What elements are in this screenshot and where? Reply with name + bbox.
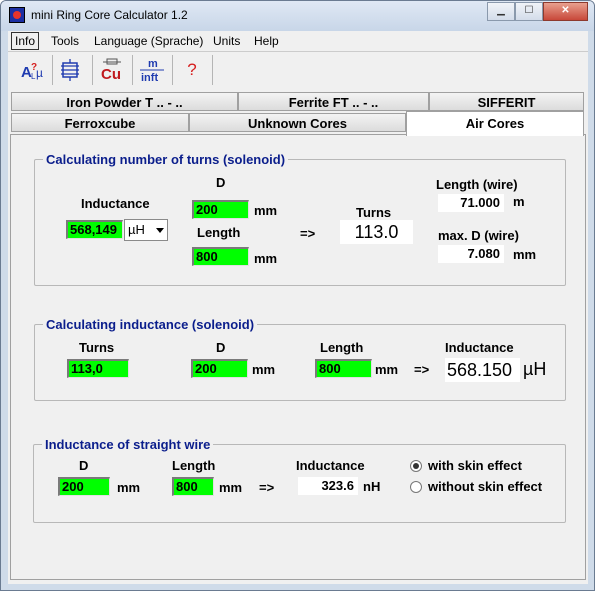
tab-ferroxcube[interactable]: Ferroxcube xyxy=(11,113,189,132)
length-label: Length xyxy=(172,458,216,473)
menu-units[interactable]: Units xyxy=(213,34,240,48)
tab-ferrite[interactable]: Ferrite FT .. - .. xyxy=(238,92,429,111)
minimize-icon: ▁ xyxy=(497,5,505,16)
without-skin-effect-label: without skin effect xyxy=(428,479,543,494)
length-unit: mm xyxy=(254,251,278,266)
d-label: D xyxy=(79,458,89,473)
radio-with-skin-effect[interactable] xyxy=(410,460,422,472)
d-label: D xyxy=(216,175,226,190)
inductance-input[interactable]: 568,149 xyxy=(66,220,123,239)
m-inft-button[interactable]: m inft xyxy=(135,54,169,86)
turns-label: Turns xyxy=(356,205,392,220)
coil-icon xyxy=(61,59,79,81)
menu-help[interactable]: Help xyxy=(254,34,279,48)
help-button[interactable]: ? xyxy=(175,54,209,86)
window-controls: ▁ ☐ ✕ xyxy=(487,2,588,21)
length-input[interactable]: 800 xyxy=(315,359,372,378)
inductance-unit-select[interactable]: µH xyxy=(124,219,168,241)
svg-text:inft: inft xyxy=(141,72,158,84)
inductance-label: Inductance xyxy=(296,458,365,473)
copper-wire-button[interactable]: Cu xyxy=(95,54,129,86)
length-input[interactable]: 800 xyxy=(192,247,249,266)
inductance-unit: nH xyxy=(363,479,381,494)
d-input[interactable]: 200 xyxy=(58,477,110,496)
unit-convert-icon: m inft xyxy=(140,58,164,84)
tab-unknown-cores[interactable]: Unknown Cores xyxy=(189,113,406,132)
length-input[interactable]: 800 xyxy=(172,477,214,496)
chevron-down-icon xyxy=(156,228,164,233)
app-window: mini Ring Core Calculator 1.2 ▁ ☐ ✕ Info… xyxy=(0,0,595,591)
arrow-text: => xyxy=(300,226,316,241)
arrow-text: => xyxy=(259,480,275,495)
wire-length-label: Length (wire) xyxy=(436,177,518,192)
d-unit: mm xyxy=(117,480,141,495)
turns-label: Turns xyxy=(79,340,115,355)
menu-language[interactable]: Language (Sprache) xyxy=(94,34,203,48)
tab-sifferit[interactable]: SIFFERIT xyxy=(429,92,584,111)
tab-air-cores[interactable]: Air Cores xyxy=(406,111,584,136)
inductance-group: Calculating inductance (solenoid) Turns … xyxy=(34,317,566,401)
turns-input[interactable]: 113,0 xyxy=(67,359,129,378)
d-unit: mm xyxy=(254,203,278,218)
inductance-output: 323.6 xyxy=(298,477,358,495)
title-bar[interactable]: mini Ring Core Calculator 1.2 ▁ ☐ ✕ xyxy=(1,1,594,31)
al-mui-icon: A ? L µ xyxy=(21,62,43,81)
copper-icon: Cu xyxy=(101,58,121,83)
wire-length-output: 71.000 xyxy=(438,194,504,212)
inductance-unit-value: µH xyxy=(128,222,145,237)
menu-bar: Info Tools Language (Sprache) Units Help xyxy=(8,31,588,51)
app-icon[interactable] xyxy=(9,7,25,23)
svg-text:µ: µ xyxy=(36,66,43,80)
svg-text:Cu: Cu xyxy=(101,66,121,83)
max-d-unit: mm xyxy=(513,247,537,262)
toolbar: A ? L µ Cu m inft ? xyxy=(8,51,588,88)
turns-output: 113.0 xyxy=(340,220,413,244)
core-coil-button[interactable] xyxy=(55,54,89,86)
maximize-button[interactable]: ☐ xyxy=(515,2,543,21)
inductance-label: Inductance xyxy=(81,196,150,211)
turns-group: Calculating number of turns (solenoid) I… xyxy=(34,152,566,286)
with-skin-effect-label: with skin effect xyxy=(428,458,522,473)
length-label: Length xyxy=(320,340,364,355)
max-d-output: 7.080 xyxy=(438,245,504,263)
inductance-output-unit: µH xyxy=(523,359,547,379)
air-cores-page: Calculating number of turns (solenoid) I… xyxy=(10,134,586,580)
d-unit: mm xyxy=(252,362,276,377)
minimize-button[interactable]: ▁ xyxy=(487,2,515,21)
inductance-group-title: Calculating inductance (solenoid) xyxy=(46,317,255,332)
maximize-icon: ☐ xyxy=(524,5,534,16)
client-area: Iron Powder T .. - .. Ferrite FT .. - ..… xyxy=(8,88,588,584)
menu-info[interactable]: Info xyxy=(11,32,40,50)
close-button[interactable]: ✕ xyxy=(543,2,588,21)
radio-without-skin-effect[interactable] xyxy=(410,481,422,493)
inductance-output: 568.150 xyxy=(445,358,520,382)
arrow-text: => xyxy=(414,362,430,377)
d-input[interactable]: 200 xyxy=(192,200,249,219)
length-unit: mm xyxy=(375,362,399,377)
close-icon: ✕ xyxy=(561,5,570,16)
max-d-label: max. D (wire) xyxy=(438,228,519,243)
turns-group-title: Calculating number of turns (solenoid) xyxy=(46,152,286,167)
tab-iron-powder[interactable]: Iron Powder T .. - .. xyxy=(11,92,238,111)
wire-length-unit: m xyxy=(513,194,525,209)
wire-group: Inductance of straight wire D 200 mm Len… xyxy=(33,437,566,523)
window-title: mini Ring Core Calculator 1.2 xyxy=(31,8,188,22)
length-unit: mm xyxy=(219,480,243,495)
wire-group-title: Inductance of straight wire xyxy=(45,437,211,452)
length-label: Length xyxy=(197,225,241,240)
d-input[interactable]: 200 xyxy=(191,359,248,378)
al-mui-button[interactable]: A ? L µ xyxy=(16,54,50,86)
inductance-label: Inductance xyxy=(445,340,514,355)
svg-text:m: m xyxy=(148,58,158,70)
help-icon: ? xyxy=(187,60,197,79)
menu-tools[interactable]: Tools xyxy=(51,34,79,48)
d-label: D xyxy=(216,340,226,355)
